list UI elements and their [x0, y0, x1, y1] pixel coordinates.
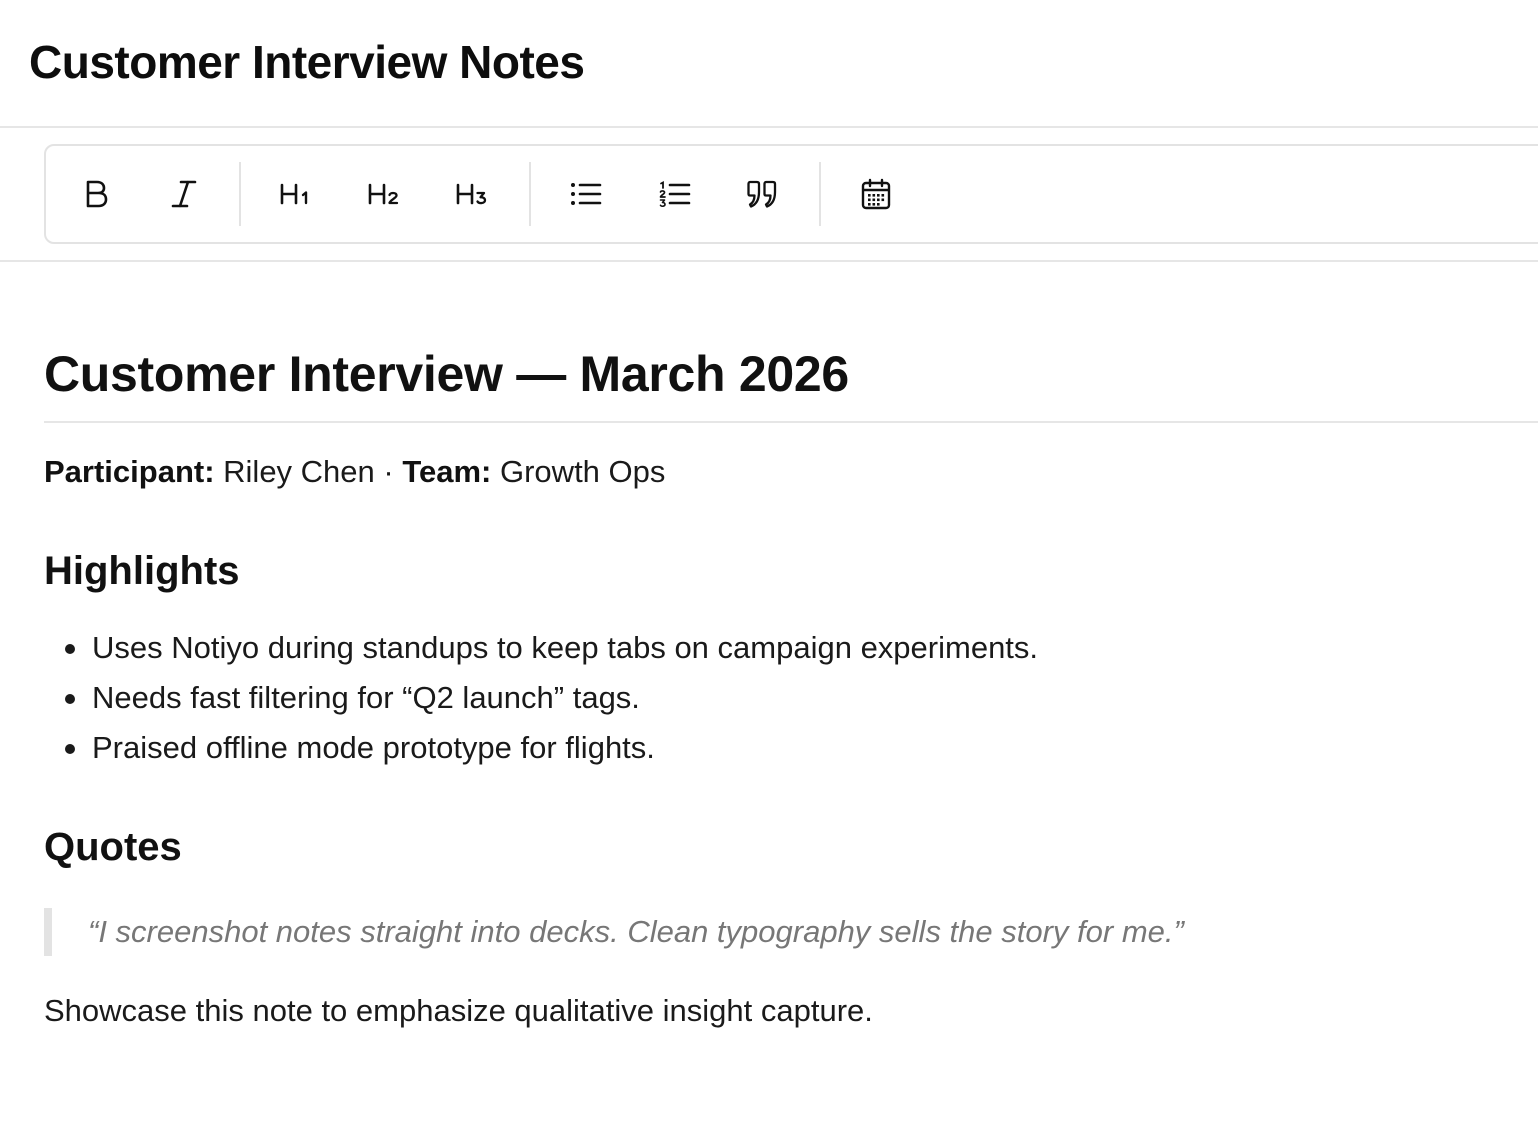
- heading-3-icon: [456, 183, 487, 205]
- blockquote-button[interactable]: [738, 170, 786, 218]
- heading-1-icon: [280, 183, 308, 205]
- insert-date-button[interactable]: [852, 170, 900, 218]
- toolbar-separator: [819, 162, 821, 226]
- formatting-toolbar: [44, 144, 1538, 244]
- team-label: Team:: [402, 454, 492, 489]
- team-value: Growth Ops: [500, 454, 666, 489]
- participant-value: Riley Chen: [223, 454, 375, 489]
- bold-icon: [86, 180, 108, 208]
- italic-icon: [171, 180, 197, 208]
- closing-paragraph: Showcase this note to emphasize qualitat…: [44, 993, 873, 1028]
- document-meta: Participant: Riley Chen · Team: Growth O…: [44, 452, 665, 492]
- editor-page: Customer Interview Notes Customer Interv…: [0, 0, 1538, 1136]
- toolbar-separator: [239, 162, 241, 226]
- participant-label: Participant:: [44, 454, 215, 489]
- calendar-icon: [861, 178, 891, 210]
- document-title: Customer Interview — March 2026: [44, 346, 849, 402]
- bullet-list-icon: [571, 183, 602, 205]
- numbered-list-icon: [659, 181, 691, 208]
- title-divider: [44, 421, 1538, 423]
- list-item: Needs fast filtering for “Q2 launch” tag…: [44, 678, 1038, 728]
- toolbar-band: [0, 128, 1538, 262]
- highlights-heading: Highlights: [44, 549, 240, 593]
- list-item-text: Needs fast filtering for “Q2 launch” tag…: [92, 680, 640, 715]
- app-header: Customer Interview Notes: [0, 0, 1538, 128]
- quote-icon: [747, 180, 777, 208]
- heading-1-button[interactable]: [272, 170, 320, 218]
- blockquote: “I screenshot notes straight into decks.…: [44, 908, 1184, 956]
- heading-2-icon: [368, 183, 399, 205]
- list-item: Uses Notiyo during standups to keep tabs…: [44, 628, 1038, 678]
- bullet-list-button[interactable]: [562, 170, 610, 218]
- toolbar-separator: [529, 162, 531, 226]
- list-item-text: Praised offline mode prototype for fligh…: [92, 730, 655, 765]
- bullet-dot: [65, 744, 75, 754]
- highlights-list: Uses Notiyo during standups to keep tabs…: [44, 628, 1038, 778]
- meta-separator: ·: [383, 454, 394, 489]
- numbered-list-button[interactable]: [651, 170, 699, 218]
- heading-2-button[interactable]: [360, 170, 408, 218]
- heading-3-button[interactable]: [448, 170, 496, 218]
- bold-button[interactable]: [72, 170, 120, 218]
- app-title: Customer Interview Notes: [29, 36, 585, 88]
- list-item: Praised offline mode prototype for fligh…: [44, 728, 1038, 778]
- bullet-dot: [65, 694, 75, 704]
- italic-button[interactable]: [160, 170, 208, 218]
- quotes-heading: Quotes: [44, 825, 182, 869]
- list-item-text: Uses Notiyo during standups to keep tabs…: [92, 630, 1039, 665]
- bullet-dot: [65, 644, 75, 654]
